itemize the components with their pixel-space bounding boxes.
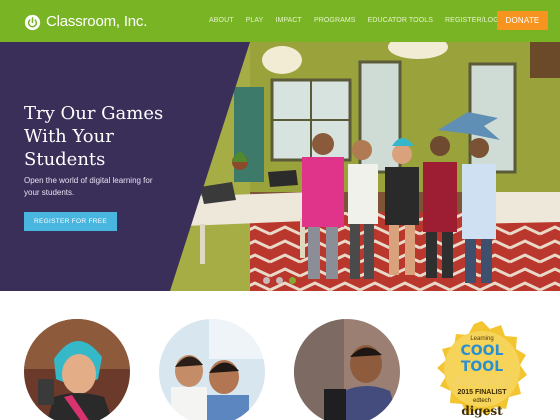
- nav-educator-tools[interactable]: EDUCATOR TOOLS: [368, 16, 433, 26]
- carousel-dots: [263, 277, 302, 284]
- hero-title-line: Students: [24, 149, 106, 170]
- cool-tool-award-badge: Learning COOL TOOL AWARD 2015 FINALIST e…: [429, 319, 535, 420]
- carousel-dot[interactable]: [263, 277, 270, 284]
- nav-impact[interactable]: IMPACT: [275, 16, 302, 26]
- hero-subtitle-line: Open the world of digital learning for: [24, 176, 153, 185]
- carousel-dot-active[interactable]: [289, 277, 296, 284]
- hero-banner: Try Our Games With Your Students Open th…: [0, 42, 560, 291]
- nav-about[interactable]: ABOUT: [209, 16, 234, 26]
- feature-image-student-computer[interactable]: [294, 319, 400, 420]
- award-line: 2015 FINALIST: [457, 389, 507, 396]
- feature-image-game-character[interactable]: [24, 319, 130, 420]
- donate-button[interactable]: DONATE: [497, 11, 548, 30]
- power-logo-icon: [24, 14, 41, 30]
- award-line: AWARD: [452, 374, 512, 390]
- hero-title-line: Try Our Games: [24, 103, 164, 124]
- hero-title: Try Our Games With Your Students: [24, 102, 224, 171]
- hero-subtitle-line: your students.: [24, 188, 75, 197]
- award-line: Learning: [470, 336, 494, 342]
- site-header: Classroom, Inc. ABOUT PLAY IMPACT PROGRA…: [0, 0, 560, 42]
- feature-image-students-class[interactable]: [159, 319, 265, 420]
- hero-subtitle: Open the world of digital learning for y…: [24, 175, 184, 199]
- site-logo[interactable]: Classroom, Inc.: [24, 12, 147, 32]
- register-for-free-button[interactable]: REGISTER FOR FREE: [24, 212, 117, 231]
- award-line: digest: [461, 404, 503, 418]
- main-nav: ABOUT PLAY IMPACT PROGRAMS EDUCATOR TOOL…: [209, 16, 518, 26]
- nav-play[interactable]: PLAY: [246, 16, 264, 26]
- award-line: COOL: [460, 343, 504, 359]
- logo-text: Classroom, Inc.: [46, 13, 148, 30]
- nav-programs[interactable]: PROGRAMS: [314, 16, 356, 26]
- hero-title-line: With Your: [24, 126, 114, 147]
- award-line: TOOL: [460, 359, 504, 375]
- carousel-dot[interactable]: [276, 277, 283, 284]
